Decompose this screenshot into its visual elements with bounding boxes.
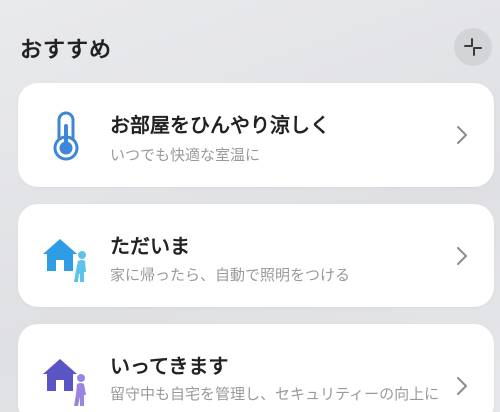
leaving-home-icon xyxy=(40,354,94,408)
recommendation-card-arriving-home[interactable]: ただいま 家に帰ったら、自動で照明をつける xyxy=(18,204,494,307)
card-subtitle: いつでも快適な室温に xyxy=(110,146,261,164)
section-title: おすすめ xyxy=(20,38,113,63)
thermometer-icon xyxy=(40,109,94,163)
chevron-right-icon xyxy=(457,247,467,265)
card-title: ただいま xyxy=(110,234,190,258)
arriving-home-icon xyxy=(40,230,94,284)
recommendation-card-cool-room[interactable]: お部屋をひんやり涼しく いつでも快適な室温に xyxy=(18,83,494,187)
card-subtitle: 留守中も自宅を管理し、セキュリティーの向上に xyxy=(110,385,440,403)
collapse-button[interactable] xyxy=(454,28,492,66)
card-title: お部屋をひんやり涼しく xyxy=(110,113,330,137)
card-subtitle: 家に帰ったら、自動で照明をつける xyxy=(110,266,351,284)
recommendation-card-leaving-home[interactable]: いってきます 留守中も自宅を管理し、セキュリティーの向上に xyxy=(18,324,494,412)
card-title: いってきます xyxy=(110,354,229,378)
chevron-right-icon xyxy=(457,126,467,144)
collapse-icon xyxy=(464,38,482,56)
chevron-right-icon xyxy=(457,377,467,395)
